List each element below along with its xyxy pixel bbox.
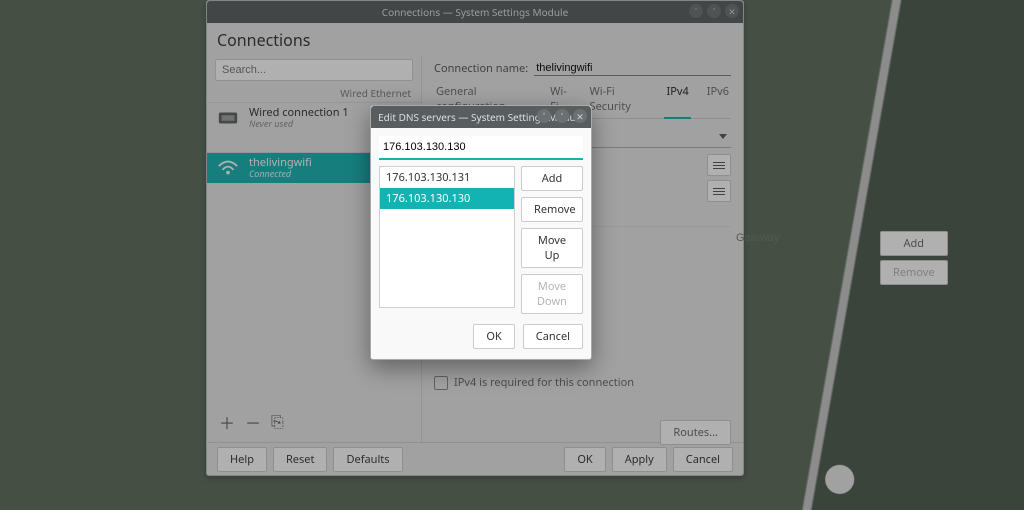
dns-movedown-button[interactable]: Move Down bbox=[521, 274, 583, 314]
dns-list[interactable]: 176.103.130.131 176.103.130.130 bbox=[379, 166, 515, 308]
dialog-close-icon[interactable]: ✕ bbox=[573, 109, 587, 123]
dialog-ok-button[interactable]: OK bbox=[473, 324, 514, 349]
list-item[interactable]: 176.103.130.131 bbox=[380, 167, 514, 188]
dns-moveup-button[interactable]: Move Up bbox=[521, 228, 583, 268]
dialog-min-icon[interactable]: ˅ bbox=[537, 109, 551, 123]
dns-edit-input[interactable] bbox=[379, 136, 583, 160]
edit-dns-dialog: Edit DNS servers — System Settings Modul… bbox=[370, 105, 592, 360]
dialog-max-icon[interactable]: ˄ bbox=[555, 109, 569, 123]
list-item[interactable]: 176.103.130.130 bbox=[380, 188, 514, 209]
dns-add-button[interactable]: Add bbox=[521, 166, 583, 191]
dialog-cancel-button[interactable]: Cancel bbox=[523, 324, 583, 349]
dns-remove-button[interactable]: Remove bbox=[521, 197, 583, 222]
dialog-titlebar[interactable]: Edit DNS servers — System Settings Modul… bbox=[371, 106, 591, 128]
